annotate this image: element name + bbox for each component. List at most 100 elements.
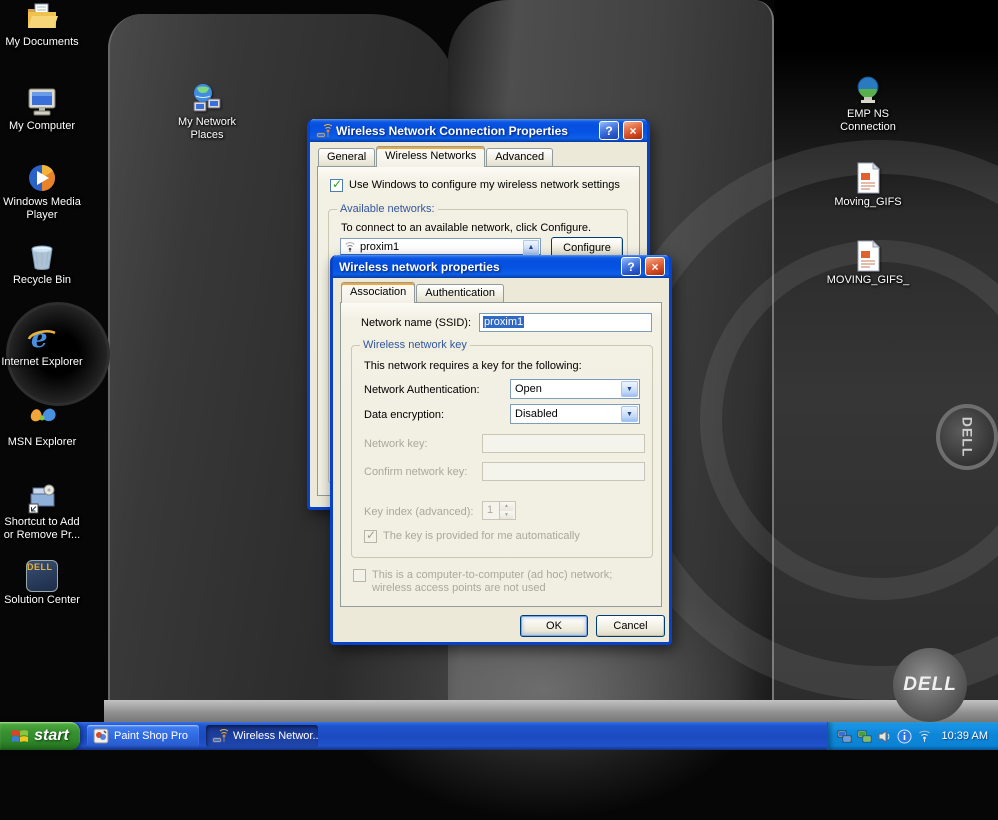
connection-dialog-tabstrip: General Wireless Networks Advanced [310,142,647,167]
tab-advanced[interactable]: Advanced [486,148,554,166]
desktop-icon-emp-ns-connection[interactable]: EMP NS Connection [826,74,910,134]
start-button-label: start [34,727,69,744]
windows-flag-icon [11,728,29,744]
wireless-connection-icon [316,123,333,139]
desktop-icon-windows-media-player[interactable]: Windows Media Player [0,162,84,222]
start-button[interactable]: start [0,722,80,750]
use-windows-checkbox[interactable]: ✓ [330,177,343,192]
desktop-icon-label: Solution Center [4,594,80,606]
data-encryption-select[interactable]: Disabled ▼ [510,404,640,424]
checkmark-icon: ✓ [366,528,377,542]
desktop-icon-label: My Documents [5,36,79,48]
tab-general[interactable]: General [318,148,376,166]
properties-dialog-tabstrip: Association Authentication [333,278,669,303]
ok-button[interactable]: OK [520,615,588,637]
desktop-icon-shortcut-add-remove[interactable]: Shortcut to Add or Remove Pr... [0,482,84,542]
key-index-spinner: 1 ▲ ▼ [482,501,516,520]
dell-logo-text: DELL [903,674,957,695]
help-button[interactable]: ? [599,121,619,140]
msn-explorer-icon [26,402,58,434]
wireless-signal-icon [344,241,356,253]
spin-up-button: ▲ [500,502,513,511]
tab-authentication[interactable]: Authentication [416,284,504,302]
desktop-icon-label: EMP NS Connection [840,108,896,133]
use-windows-checkbox-label: Use Windows to configure my wireless net… [349,179,620,191]
dropdown-button[interactable]: ▼ [621,381,638,397]
internet-explorer-icon: e [26,322,58,354]
tab-wireless-networks[interactable]: Wireless Networks [376,146,486,167]
tray-network2-icon[interactable] [857,729,872,744]
spinner-arrows: ▲ ▼ [499,502,513,519]
taskbar-task-paint-shop-pro[interactable]: Paint Shop Pro [87,725,199,747]
close-icon: × [651,259,659,274]
desktop-icon-label: MSN Explorer [7,436,77,448]
desktop-icon-label: Windows Media Player [3,196,81,221]
desktop-icon-solution-center[interactable]: DELL Solution Center [0,560,84,607]
data-encryption-value: Disabled [515,408,558,420]
dell-logo: DELL [893,648,967,722]
taskbar-task-wireless-network[interactable]: Wireless Networ... [206,725,318,747]
dell-badge-text: DELL [959,416,975,458]
connection-dialog-titlebar[interactable]: Wireless Network Connection Properties ?… [310,119,647,142]
chevron-down-icon: ▼ [626,410,633,418]
window-title: Wireless Network Connection Properties [336,123,568,138]
network-list-item[interactable]: proxim1 [341,239,540,254]
paint-shop-pro-icon [93,728,109,744]
desktop-icon-msn-explorer[interactable]: MSN Explorer [0,402,84,449]
help-icon: ? [627,259,635,274]
recycle-bin-icon [26,240,58,272]
network-key-label: Network key: [364,438,428,450]
desktop-icon-my-network-places[interactable]: My Network Places [165,82,249,142]
my-documents-icon [26,2,58,34]
network-name-value: proxim1 [483,316,525,328]
properties-dialog-titlebar[interactable]: Wireless network properties ? × [333,255,669,278]
tab-association[interactable]: Association [341,282,416,303]
network-authentication-select[interactable]: Open ▼ [510,379,640,399]
network-authentication-label: Network Authentication: [364,384,480,396]
tray-volume-icon[interactable] [877,729,892,744]
spin-up-icon: ▲ [504,503,509,510]
spin-down-button: ▼ [500,510,513,519]
available-networks-caption: Available networks: [337,203,438,216]
auto-key-checkbox-label: The key is provided for me automatically [383,530,580,542]
confirm-network-key-input [482,462,645,481]
checkmark-icon: ✓ [332,177,343,191]
desktop-icon-recycle-bin[interactable]: Recycle Bin [0,240,84,287]
adhoc-checkbox-label: This is a computer-to-computer (ad hoc) … [372,569,613,594]
close-icon: × [629,123,637,138]
desktop-icon-moving-gifs[interactable]: Moving_GIFS [826,161,910,209]
my-computer-icon [26,86,58,118]
desktop-icon-moving-gifs-2[interactable]: MOVING_GIFS_ [826,239,910,287]
close-button[interactable]: × [623,121,643,140]
close-button[interactable]: × [645,257,665,276]
help-icon: ? [605,123,613,138]
desktop-icon-internet-explorer[interactable]: e Internet Explorer [0,322,84,369]
help-button[interactable]: ? [621,257,641,276]
cancel-button[interactable]: Cancel [596,615,665,637]
clock[interactable]: 10:39 AM [942,730,988,742]
desktop-icon-my-documents[interactable]: My Documents [0,2,84,49]
emp-ns-connection-icon [852,74,884,106]
desktop-icon-label: My Computer [8,120,76,132]
wireless-network-key-group: Wireless network key This network requir… [351,339,653,558]
spin-down-icon: ▼ [504,511,509,518]
chevron-down-icon: ▼ [626,385,633,393]
taskbar: start Paint Shop Pro Wireless Networ... … [0,722,998,750]
task-label: Wireless Networ... [233,730,318,742]
task-label: Paint Shop Pro [114,730,188,742]
network-name-input[interactable]: proxim1 [479,313,652,332]
data-encryption-label: Data encryption: [364,409,445,421]
tray-network-icon[interactable] [837,729,852,744]
system-tray: 10:39 AM [826,722,998,750]
tray-wireless-icon[interactable] [917,729,932,744]
dropdown-button[interactable]: ▼ [621,406,638,422]
desktop-icon-my-computer[interactable]: My Computer [0,86,84,133]
windows-media-player-icon [26,162,58,194]
key-index-value: 1 [487,504,494,516]
desktop-icon-label: Shortcut to Add or Remove Pr... [3,516,81,541]
scroll-up-button[interactable]: ▲ [523,240,539,255]
my-network-places-icon [191,82,223,114]
available-networks-instruction: To connect to an available network, clic… [341,222,592,234]
key-index-label: Key index (advanced): [364,506,474,518]
tray-info-icon[interactable] [897,729,912,744]
